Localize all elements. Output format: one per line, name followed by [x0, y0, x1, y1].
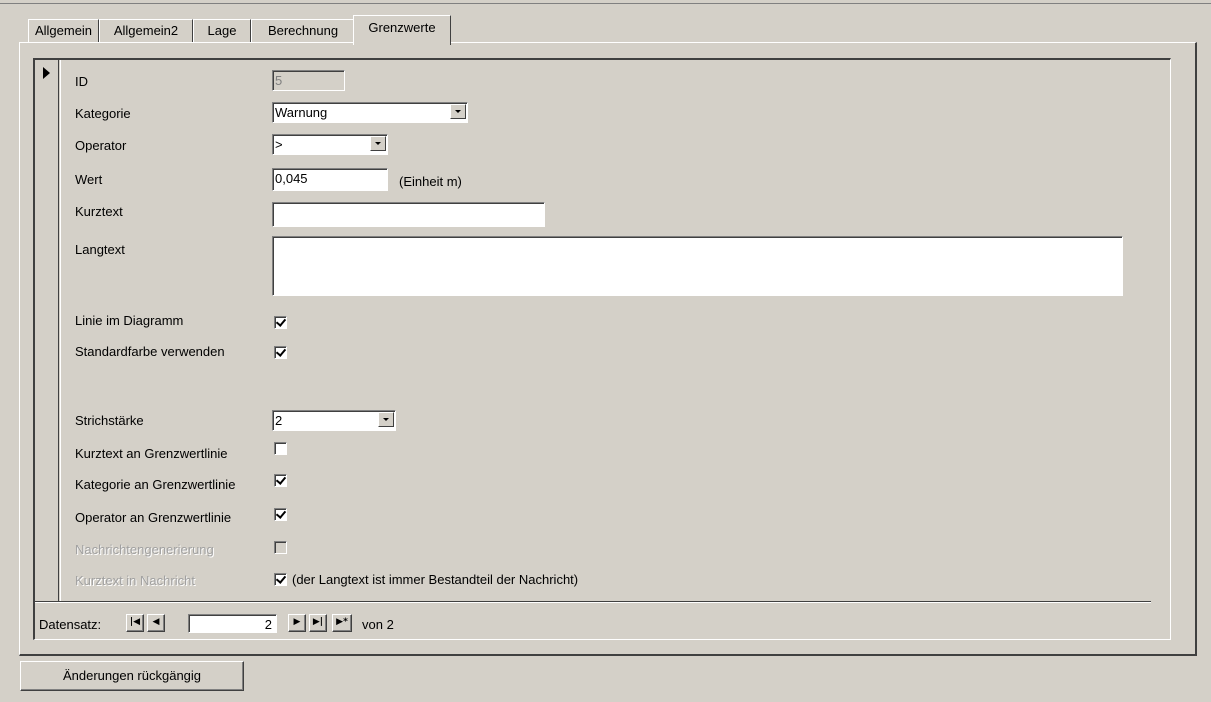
linie-im-diagramm-label: Linie im Diagramm	[75, 313, 184, 328]
next-record-icon[interactable]: ▶	[288, 614, 306, 632]
langtext-label: Langtext	[75, 242, 125, 257]
operator-an-grenzwertlinie-checkbox[interactable]	[274, 508, 287, 521]
langtext-field[interactable]	[272, 236, 1123, 296]
linie-im-diagramm-checkbox[interactable]	[274, 316, 287, 329]
operator-an-grenzwertlinie-label: Operator an Grenzwertlinie	[75, 510, 232, 525]
nachrichtengenerierung-label: Nachrichtengenerierung	[75, 542, 214, 557]
strichstaerke-label: Strichstärke	[75, 413, 144, 428]
id-label: ID	[75, 74, 88, 89]
tab-allgemein[interactable]: Allgemein	[28, 19, 99, 42]
record-count: von 2	[362, 617, 394, 632]
kurztext-field[interactable]	[272, 202, 545, 227]
tab-grenzwerte[interactable]: Grenzwerte	[353, 15, 451, 45]
tab-allgemein2[interactable]: Allgemein2	[99, 19, 193, 42]
operator-value: >	[275, 137, 283, 152]
kurztext-an-grenzwertlinie-checkbox[interactable]	[274, 442, 287, 455]
first-record-icon[interactable]: |◀	[126, 614, 144, 632]
checkmark-icon	[275, 316, 287, 327]
record-number-field[interactable]: 2	[188, 614, 277, 633]
kurztext-label: Kurztext	[75, 204, 123, 219]
chevron-down-icon[interactable]	[370, 136, 386, 151]
operator-combobox[interactable]: >	[272, 134, 388, 155]
strichstaerke-combobox[interactable]: 2	[272, 410, 396, 431]
kurztext-in-nachricht-note: (der Langtext ist immer Bestandteil der …	[292, 572, 579, 587]
undo-changes-button[interactable]: Änderungen rückgängig	[20, 661, 244, 691]
nachrichtengenerierung-checkbox	[274, 541, 287, 554]
checkmark-icon	[275, 508, 287, 519]
chevron-down-icon[interactable]	[450, 104, 466, 119]
last-record-icon[interactable]: ▶|	[309, 614, 327, 632]
wert-label: Wert	[75, 172, 103, 187]
kategorie-combobox[interactable]: Warnung	[272, 102, 468, 123]
kategorie-an-grenzwertlinie-checkbox[interactable]	[274, 474, 287, 487]
navigator-label: Datensatz:	[39, 617, 102, 632]
kurztext-an-grenzwertlinie-label: Kurztext an Grenzwertlinie	[75, 446, 228, 461]
wert-field[interactable]: 0,045	[272, 168, 388, 191]
standardfarbe-checkbox[interactable]	[274, 346, 287, 359]
strichstaerke-value: 2	[275, 413, 283, 428]
checkmark-icon	[275, 474, 287, 485]
kurztext-in-nachricht-checkbox	[274, 573, 287, 586]
wert-unit-note: (Einheit m)	[399, 174, 462, 189]
id-field: 5	[272, 70, 345, 91]
kategorie-value: Warnung	[275, 105, 328, 120]
checkmark-icon	[275, 346, 287, 357]
window-top-border	[0, 0, 1211, 4]
tab-berechnung[interactable]: Berechnung	[251, 19, 355, 42]
kategorie-label: Kategorie	[75, 106, 131, 121]
kategorie-an-grenzwertlinie-label: Kategorie an Grenzwertlinie	[75, 477, 236, 492]
kurztext-in-nachricht-label: Kurztext in Nachricht	[75, 573, 195, 588]
checkmark-icon	[275, 573, 287, 584]
chevron-down-icon[interactable]	[378, 412, 394, 427]
standardfarbe-label: Standardfarbe verwenden	[75, 344, 225, 359]
record-selector-column[interactable]	[35, 60, 61, 601]
new-record-icon[interactable]: ▶*	[332, 614, 352, 632]
navigator-separator-highlight	[35, 602, 1151, 603]
tab-lage[interactable]: Lage	[193, 19, 251, 42]
operator-label: Operator	[75, 138, 127, 153]
current-record-arrow-icon	[43, 67, 50, 79]
prev-record-icon[interactable]: ◀	[147, 614, 165, 632]
